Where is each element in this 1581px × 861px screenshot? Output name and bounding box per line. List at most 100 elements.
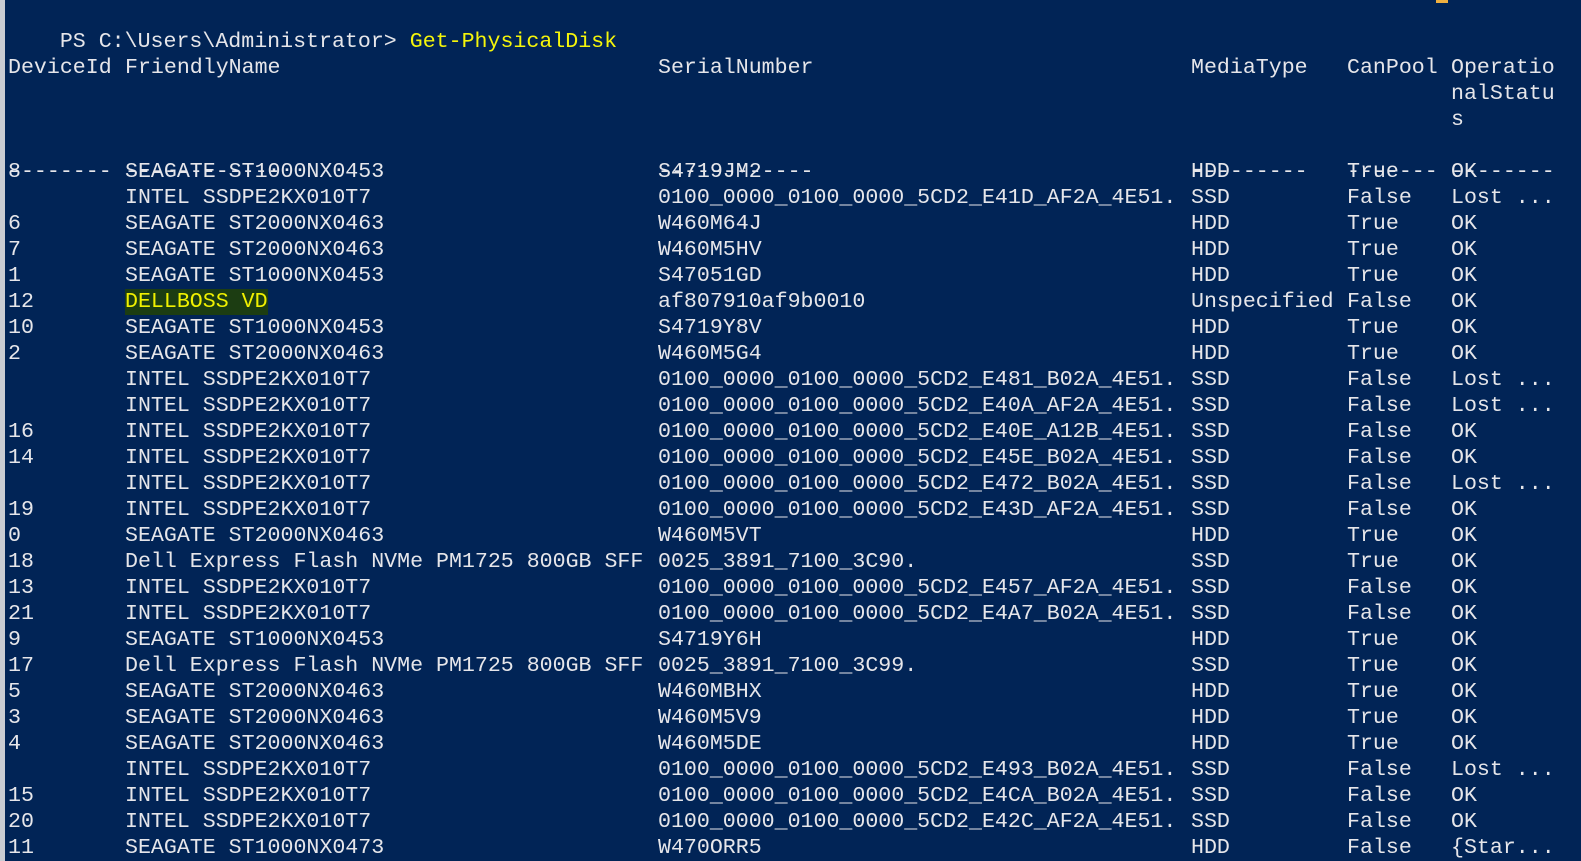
cell-media: SSD [1191,186,1230,210]
cell-name: SEAGATE ST2000NX0463 [125,732,385,756]
cell-serial: 0100_0000_0100_0000_5CD2_E4CA_B02A_4E51. [658,784,1177,808]
column-header-status: Operatio nalStatu s [1451,56,1555,132]
cell-media: HDD [1191,238,1230,262]
cell-id: 9 [8,628,21,652]
cell-media: SSD [1191,810,1230,834]
cell-pool: False [1347,186,1412,210]
cell-pool: False [1347,446,1412,470]
cell-name: SEAGATE ST2000NX0463 [125,680,385,704]
cell-media: HDD [1191,316,1230,340]
cell-serial: W460M64J [658,212,762,236]
cell-serial: af807910af9b0010 [658,290,866,314]
table-row: INTEL SSDPE2KX010T7 0100_0000_0100_0000_5… [8,185,1578,211]
cell-name: SEAGATE ST2000NX0463 [125,342,385,366]
cell-serial: S47051GD [658,264,762,288]
cell-status: Lost ... [1451,472,1555,496]
cell-serial: 0025_3891_7100_3C99. [658,654,918,678]
cell-name: SEAGATE ST1000NX0453 [125,160,385,184]
powershell-console[interactable]: PS C:\Users\Administrator> Get-PhysicalD… [8,3,1578,861]
cell-id: 15 [8,784,34,808]
cell-media: SSD [1191,576,1230,600]
column-header-media: MediaType [1191,56,1308,80]
cell-status: OK [1451,810,1477,834]
cell-name: INTEL SSDPE2KX010T7 [125,186,372,210]
cell-id: 12 [8,290,34,314]
table-row: 17 Dell Express Flash NVMe PM1725 800GB S… [8,653,1578,679]
column-header-name: FriendlyName [125,56,281,80]
cell-media: SSD [1191,784,1230,808]
cell-pool: True [1347,732,1399,756]
cell-serial: 0100_0000_0100_0000_5CD2_E457_AF2A_4E51. [658,576,1177,600]
cell-status: OK [1451,732,1477,756]
table-row: 21 INTEL SSDPE2KX010T7 0100_0000_0100_0000… [8,601,1578,627]
cell-id: 1 [8,264,21,288]
cell-media: HDD [1191,680,1230,704]
table-row: 8 SEAGATE ST1000NX0453 S4719JM2 HDD True OK [8,159,1578,185]
table-row: 18 Dell Express Flash NVMe PM1725 800GB S… [8,549,1578,575]
cell-media: HDD [1191,264,1230,288]
cell-serial: W460M5G4 [658,342,762,366]
cell-status: OK [1451,212,1477,236]
cell-id: 4 [8,732,21,756]
cell-name: INTEL SSDPE2KX010T7 [125,498,372,522]
cell-pool: True [1347,524,1399,548]
cell-serial: 0100_0000_0100_0000_5CD2_E42C_AF2A_4E51. [658,810,1177,834]
table-row: INTEL SSDPE2KX010T7 0100_0000_0100_0000_5… [8,393,1578,419]
cell-name: SEAGATE ST1000NX0453 [125,628,385,652]
cell-pool: False [1347,602,1412,626]
cell-status: Lost ... [1451,186,1555,210]
cell-serial: 0100_0000_0100_0000_5CD2_E40E_A12B_4E51. [658,420,1177,444]
cell-status: OK [1451,342,1477,366]
cell-media: SSD [1191,368,1230,392]
cell-name: SEAGATE ST2000NX0463 [125,238,385,262]
cell-serial: S4719JM2 [658,160,762,184]
cell-id: 16 [8,420,34,444]
cell-id: 11 [8,836,34,860]
cell-id: 6 [8,212,21,236]
table-row: 7 SEAGATE ST2000NX0463 W460M5HV HDD True OK [8,237,1578,263]
cell-serial: 0100_0000_0100_0000_5CD2_E481_B02A_4E51. [658,368,1177,392]
cell-name: INTEL SSDPE2KX010T7 [125,602,372,626]
table-row: 5 SEAGATE ST2000NX0463 W460MBHX HDD True OK [8,679,1578,705]
cell-pool: True [1347,238,1399,262]
cell-status: OK [1451,628,1477,652]
cell-media: HDD [1191,212,1230,236]
cell-name: SEAGATE ST1000NX0453 [125,316,385,340]
cell-media: SSD [1191,550,1230,574]
cell-serial: W470ORR5 [658,836,762,860]
cell-id: 3 [8,706,21,730]
cell-media: HDD [1191,836,1230,860]
cell-media: Unspecified [1191,290,1334,314]
cell-name: INTEL SSDPE2KX010T7 [125,784,372,808]
cell-status: OK [1451,654,1477,678]
table-row: 4 SEAGATE ST2000NX0463 W460M5DE HDD True OK [8,731,1578,757]
cell-serial: 0100_0000_0100_0000_5CD2_E43D_AF2A_4E51. [658,498,1177,522]
cell-media: HDD [1191,732,1230,756]
table-row: 1 SEAGATE ST1000NX0453 S47051GD HDD True OK [8,263,1578,289]
prompt-line: PS C:\Users\Administrator> Get-PhysicalD… [8,3,617,54]
cell-status: OK [1451,420,1477,444]
table-row: 0 SEAGATE ST2000NX0463 W460M5VT HDD True OK [8,523,1578,549]
table-row: 11 SEAGATE ST1000NX0473 W470ORR5 HDD False {S… [8,835,1578,861]
cell-pool: True [1347,264,1399,288]
cell-pool: True [1347,680,1399,704]
table-row: 13 INTEL SSDPE2KX010T7 0100_0000_0100_0000… [8,575,1578,601]
cell-status: OK [1451,524,1477,548]
cell-id: 7 [8,238,21,262]
cell-status: OK [1451,576,1477,600]
cell-id: 20 [8,810,34,834]
cell-name: SEAGATE ST1000NX0473 [125,836,385,860]
column-header-serial: SerialNumber [658,56,814,80]
cell-status: OK [1451,290,1477,314]
cell-id: 21 [8,602,34,626]
cell-serial: S4719Y6H [658,628,762,652]
cell-media: HDD [1191,342,1230,366]
cell-status: Lost ... [1451,394,1555,418]
cell-pool: False [1347,498,1412,522]
cell-name: INTEL SSDPE2KX010T7 [125,420,372,444]
cell-name: SEAGATE ST2000NX0463 [125,212,385,236]
cell-id: 5 [8,680,21,704]
cell-status: OK [1451,680,1477,704]
cell-pool: True [1347,316,1399,340]
cell-status: OK [1451,706,1477,730]
